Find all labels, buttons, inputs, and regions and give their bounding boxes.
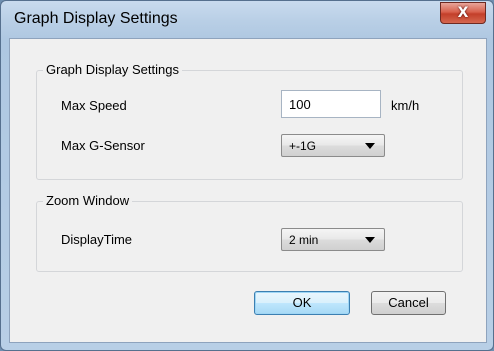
graph-display-settings-group: Graph Display Settings Max Speed km/h Ma…: [36, 62, 463, 180]
dialog-client-area: Graph Display Settings Max Speed km/h Ma…: [9, 38, 487, 343]
display-time-selected-value: 2 min: [289, 233, 319, 247]
max-gsensor-selected-value: +-1G: [289, 139, 317, 153]
max-speed-label: Max Speed: [61, 98, 127, 113]
zoom-window-group: Zoom Window DisplayTime 2 min: [36, 193, 463, 272]
chevron-down-icon: [365, 143, 375, 149]
dialog-window: Graph Display Settings X Graph Display S…: [0, 0, 494, 351]
max-speed-input[interactable]: [281, 90, 381, 118]
cancel-button[interactable]: Cancel: [371, 291, 446, 315]
display-time-select[interactable]: 2 min: [281, 228, 385, 251]
max-speed-unit: km/h: [391, 98, 420, 113]
title-bar[interactable]: Graph Display Settings X: [1, 1, 493, 37]
ok-button[interactable]: OK: [254, 291, 350, 315]
close-button[interactable]: X: [440, 2, 486, 24]
graph-display-settings-group-label: Graph Display Settings: [43, 62, 182, 77]
chevron-down-icon: [365, 237, 375, 243]
zoom-window-group-label: Zoom Window: [43, 193, 133, 208]
max-gsensor-select[interactable]: +-1G: [281, 134, 385, 157]
close-icon: X: [457, 5, 469, 21]
max-gsensor-label: Max G-Sensor: [61, 138, 145, 153]
display-time-label: DisplayTime: [61, 232, 133, 247]
window-title: Graph Display Settings: [14, 10, 178, 27]
